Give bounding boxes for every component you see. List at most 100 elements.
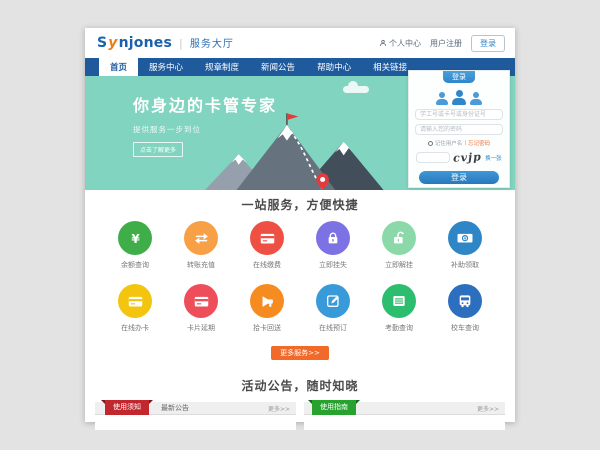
person-icon (470, 92, 482, 105)
banknote-icon: ¥ (448, 221, 482, 255)
services-row-2: 在线办卡 卡片延期 拾卡回送 在线预订 考勤查询 校车查询 (85, 284, 515, 333)
service-item-balance[interactable]: ¥ 余额查询 (107, 221, 163, 270)
service-item-school-bus[interactable]: 校车查询 (437, 284, 493, 333)
site-name: 服务大厅 (190, 35, 234, 50)
more-link-left[interactable]: 更多>> (268, 404, 290, 413)
login-panel: 登录 记住用户名 | 忘记密码 cvjp 换一张 登录 (408, 70, 510, 188)
hero-title: 你身边的卡管专家 (133, 92, 277, 116)
more-services-button[interactable]: 更多服务>> (271, 346, 329, 360)
logo-part1: S (97, 35, 107, 51)
service-item-subsidy[interactable]: ¥ 补助领取 (437, 221, 493, 270)
service-item-online-payment[interactable]: 在线缴费 (239, 221, 295, 270)
nav-item-help-center[interactable]: 帮助中心 (306, 58, 362, 76)
svg-text:¥: ¥ (131, 231, 140, 245)
logo-accent: y (108, 35, 117, 51)
announcement-panels: 使用须知 最新公告 更多>> 使用指南 更多>> (85, 402, 515, 430)
edit-icon (316, 284, 350, 318)
password-input[interactable] (415, 124, 503, 135)
services-row-1: ¥ 余额查询 转账充值 在线缴费 立即挂失 立即解挂 ¥ 补助领取 (85, 221, 515, 270)
service-label: 立即挂失 (305, 260, 361, 270)
service-label: 卡片延期 (173, 323, 229, 333)
more-link-right[interactable]: 更多>> (477, 404, 499, 413)
logo-divider: | (179, 37, 183, 50)
login-tab[interactable]: 登录 (443, 71, 475, 83)
personal-center-label: 个人中心 (389, 38, 421, 49)
page-card: Synjones | 服务大厅 个人中心 用户注册 登录 首页 服务中心 规章制… (85, 28, 515, 422)
service-label: 立即解挂 (371, 260, 427, 270)
service-item-unfreeze[interactable]: 立即解挂 (371, 221, 427, 270)
service-label: 拾卡回送 (239, 323, 295, 333)
tab-usage-notes[interactable]: 使用须知 (105, 400, 149, 415)
captcha-row: cvjp 换一张 (409, 151, 509, 164)
service-label: 考勤查询 (371, 323, 427, 333)
transfer-arrows-icon (184, 221, 218, 255)
service-label: 校车查询 (437, 323, 493, 333)
logo[interactable]: Synjones | 服务大厅 (97, 35, 234, 51)
header-login-button[interactable]: 登录 (471, 35, 505, 52)
services-title: 一站服务，方便快捷 (85, 196, 515, 213)
service-item-transfer[interactable]: 转账充值 (173, 221, 229, 270)
person-icon (452, 90, 466, 105)
service-item-online-booking[interactable]: 在线预订 (305, 284, 361, 333)
panel-right-tabbar: 使用指南 更多>> (304, 402, 505, 415)
remember-label: 记住用户名 (435, 139, 463, 147)
service-label: 补助领取 (437, 260, 493, 270)
remember-row: 记住用户名 | 忘记密码 (409, 139, 509, 147)
user-register-label: 用户注册 (430, 38, 462, 49)
panel-left-tabbar: 使用须知 最新公告 更多>> (95, 402, 296, 415)
service-label: 在线办卡 (107, 323, 163, 333)
nav-item-home[interactable]: 首页 (99, 58, 138, 76)
captcha-input[interactable] (416, 152, 450, 163)
logo-part2: njones (119, 35, 172, 51)
services-section: 一站服务，方便快捷 ¥ 余额查询 转账充值 在线缴费 立即挂失 立即解挂 (85, 190, 515, 360)
card-icon (118, 284, 152, 318)
tab-user-guide[interactable]: 使用指南 (312, 400, 356, 415)
divider: | (464, 140, 466, 146)
unlock-icon (382, 221, 416, 255)
service-item-report-loss[interactable]: 立即挂失 (305, 221, 361, 270)
hero-subtitle: 提供服务一步到位 (133, 124, 277, 135)
header-actions: 个人中心 用户注册 登录 (379, 35, 505, 52)
captcha-image[interactable]: cvjp (453, 150, 482, 164)
nav-item-news[interactable]: 新闻公告 (250, 58, 306, 76)
announcements-title: 活动公告，随时知晓 (85, 377, 515, 394)
list-icon (382, 284, 416, 318)
hero-banner: 你身边的卡管专家 提供服务一步到位 点击了解更多 登录 (85, 76, 515, 190)
nav-item-service-center[interactable]: 服务中心 (138, 58, 194, 76)
bus-icon (448, 284, 482, 318)
hero-copy: 你身边的卡管专家 提供服务一步到位 点击了解更多 (133, 92, 277, 157)
service-label: 在线预订 (305, 323, 361, 333)
hero-cta-button[interactable]: 点击了解更多 (133, 142, 183, 157)
card-icon (184, 284, 218, 318)
cloud-decoration (343, 86, 369, 93)
nav-item-rules[interactable]: 规章制度 (194, 58, 250, 76)
user-icon (379, 39, 387, 47)
top-header: Synjones | 服务大厅 个人中心 用户注册 登录 (85, 28, 515, 58)
service-item-apply-card[interactable]: 在线办卡 (107, 284, 163, 333)
megaphone-icon (250, 284, 284, 318)
service-label: 在线缴费 (239, 260, 295, 270)
login-submit-button[interactable]: 登录 (419, 171, 499, 184)
panel-left: 使用须知 最新公告 更多>> (95, 402, 296, 430)
service-item-found-card[interactable]: 拾卡回送 (239, 284, 295, 333)
panel-right: 使用指南 更多>> (304, 402, 505, 430)
captcha-refresh-link[interactable]: 换一张 (485, 154, 502, 162)
service-item-attendance[interactable]: 考勤查询 (371, 284, 427, 333)
username-input[interactable] (415, 109, 503, 120)
users-illustration (409, 89, 509, 105)
panel-right-body (304, 415, 505, 430)
yuan-icon: ¥ (118, 221, 152, 255)
person-icon (436, 92, 448, 105)
service-item-card-extension[interactable]: 卡片延期 (173, 284, 229, 333)
forgot-password-link[interactable]: 忘记密码 (468, 139, 490, 147)
service-label: 余额查询 (107, 260, 163, 270)
service-label: 转账充值 (173, 260, 229, 270)
lock-icon (316, 221, 350, 255)
user-register-link[interactable]: 用户注册 (430, 38, 462, 49)
remember-checkbox[interactable] (428, 141, 433, 146)
svg-text:¥: ¥ (464, 236, 467, 242)
tab-latest-announcements[interactable]: 最新公告 (161, 403, 189, 413)
card-icon (250, 221, 284, 255)
personal-center-link[interactable]: 个人中心 (379, 38, 421, 49)
panel-left-body (95, 415, 296, 430)
